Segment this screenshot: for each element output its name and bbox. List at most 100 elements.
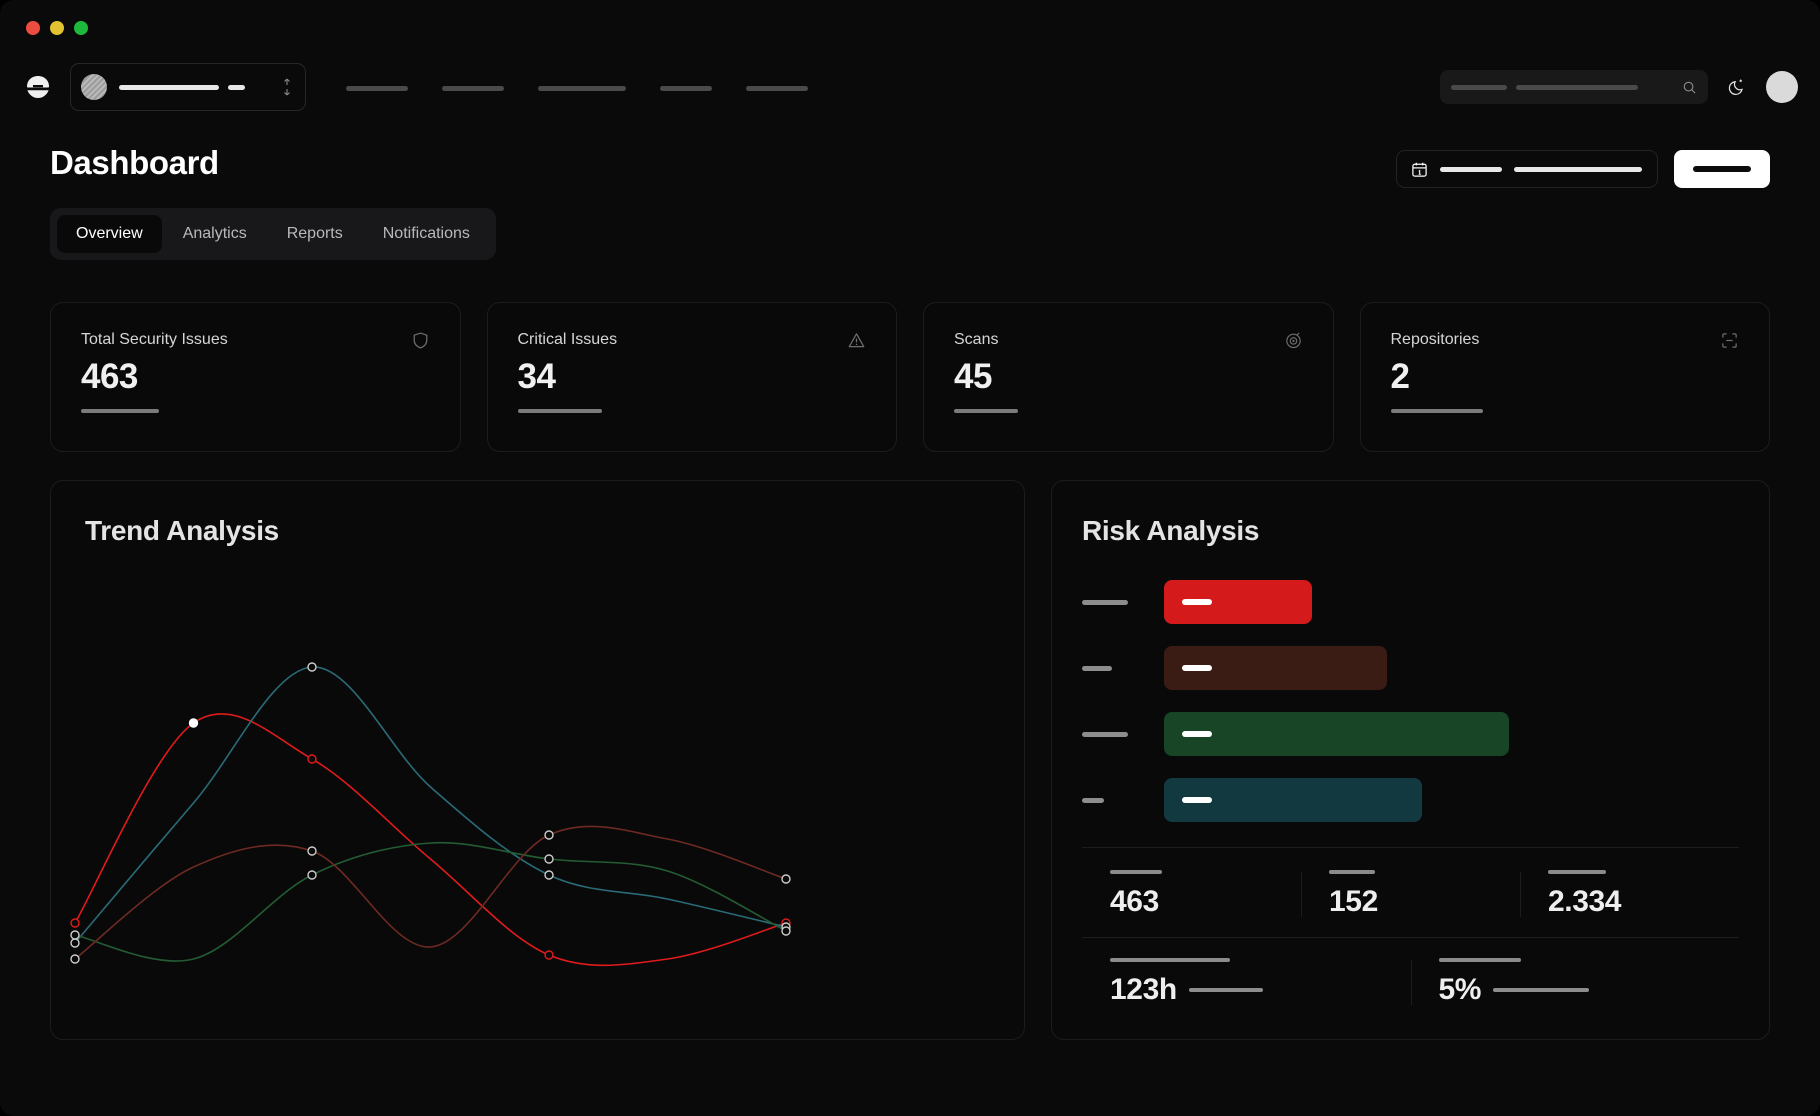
nav-item-2[interactable] [438, 72, 508, 102]
search-input[interactable] [1440, 70, 1708, 104]
alert-triangle-icon [847, 331, 866, 350]
trend-panel-title: Trend Analysis [85, 515, 279, 546]
summary-label-redacted [1110, 958, 1230, 962]
summary-label-redacted [1110, 870, 1162, 874]
page-content: Dashboard Overview Analytics Reports Not… [0, 118, 1820, 1040]
summary-label-redacted [1548, 870, 1606, 874]
organization-selector[interactable] [70, 63, 306, 111]
trend-line-chart[interactable] [51, 565, 1026, 1035]
nav-item-1[interactable] [342, 72, 412, 102]
stat-card-critical-issues[interactable]: Critical Issues 34 [486, 302, 897, 452]
risk-bar-medium[interactable] [1082, 701, 1739, 767]
summary-value: 123h [1110, 973, 1177, 1006]
summary-value: 152 [1329, 885, 1378, 918]
stat-card-repositories[interactable]: Repositories 2 [1359, 302, 1770, 452]
primary-action-button[interactable] [1674, 150, 1770, 188]
chart-point-repositories-trend-6[interactable] [781, 874, 791, 884]
stat-card-total-security-issues[interactable]: Total Security Issues 463 [50, 302, 461, 452]
risk-analysis-panel: Risk Analysis 463 152 2.334 123h 5% [1051, 480, 1770, 1040]
stat-underline [517, 409, 602, 413]
summary-value: 463 [1110, 885, 1159, 918]
maximize-window-button[interactable] [74, 21, 88, 35]
summary-value: 2.334 [1548, 885, 1622, 918]
summary-score: 2.334 [1520, 870, 1739, 919]
chart-line-scans-trend [74, 666, 787, 944]
nav-item-4[interactable] [656, 72, 716, 102]
shield-icon [411, 331, 430, 350]
date-range-picker[interactable] [1396, 150, 1658, 188]
dashboard-tabs: Overview Analytics Reports Notifications [50, 208, 496, 260]
risk-summary-row-2: 123h 5% [1082, 937, 1739, 1007]
risk-bar-chart [1082, 569, 1739, 833]
chart-point-repositories-trend-0[interactable] [70, 954, 80, 964]
chart-point-critical-trend-0[interactable] [70, 918, 80, 928]
panel-row: Trend Analysis Risk Analysis 463 152 2.3… [50, 480, 1770, 1040]
stat-card-row: Total Security Issues 463 Critical Issue… [50, 302, 1770, 452]
stat-label: Scans [954, 331, 999, 348]
stat-underline [1390, 409, 1483, 413]
chart-point-critical-trend-1[interactable] [188, 718, 199, 728]
chart-point-scans-trend-2[interactable] [307, 662, 317, 672]
org-name-redacted [119, 84, 269, 90]
stat-card-scans[interactable]: Scans 45 [923, 302, 1334, 452]
page-header: Dashboard [50, 144, 1770, 188]
summary-label-redacted [1329, 870, 1375, 874]
summary-time: 123h [1082, 958, 1411, 1007]
topbar-right-group [1440, 70, 1798, 104]
stat-underline [954, 409, 1018, 413]
risk-summary-row-1: 463 152 2.334 [1082, 848, 1739, 919]
risk-bar-critical[interactable] [1082, 569, 1739, 635]
chart-point-repositories-trend-2[interactable] [307, 846, 317, 856]
chart-point-repositories-trend-4[interactable] [544, 830, 554, 840]
tab-overview[interactable]: Overview [57, 215, 162, 253]
summary-value: 5% [1438, 973, 1482, 1006]
header-actions [1396, 144, 1770, 188]
summary-total: 463 [1082, 870, 1301, 919]
tab-notifications[interactable]: Notifications [364, 215, 489, 253]
page-title: Dashboard [50, 144, 219, 181]
traffic-light-controls [26, 21, 88, 35]
stat-label: Critical Issues [517, 331, 618, 348]
summary-label-redacted [1438, 958, 1521, 962]
chart-point-resolved-trend-2[interactable] [307, 870, 317, 880]
chart-point-critical-trend-4[interactable] [544, 950, 554, 960]
chart-line-critical-trend [74, 713, 787, 967]
risk-bar-low[interactable] [1082, 767, 1739, 833]
moon-icon[interactable] [1722, 72, 1752, 102]
org-avatar [81, 74, 107, 100]
chart-point-resolved-trend-4[interactable] [544, 854, 554, 864]
brand-logo-icon[interactable] [20, 69, 56, 105]
stat-label: Repositories [1390, 331, 1480, 348]
stat-value: 45 [954, 357, 992, 396]
calendar-icon [1411, 161, 1428, 178]
window-titlebar [0, 0, 1820, 56]
summary-resolved: 152 [1301, 870, 1520, 919]
summary-rate: 5% [1410, 958, 1740, 1007]
risk-bar-high[interactable] [1082, 635, 1739, 701]
tab-analytics[interactable]: Analytics [164, 215, 266, 253]
top-navigation [342, 72, 812, 102]
chart-point-resolved-trend-6[interactable] [781, 926, 791, 936]
stat-value: 2 [1390, 357, 1410, 396]
tab-reports[interactable]: Reports [268, 215, 362, 253]
user-avatar[interactable] [1766, 71, 1798, 103]
nav-item-3[interactable] [534, 72, 630, 102]
stat-underline [81, 409, 159, 413]
target-icon [1284, 331, 1303, 350]
up-down-chevron-icon[interactable] [281, 76, 293, 98]
chart-line-repositories-trend [74, 825, 787, 960]
nav-item-5[interactable] [742, 72, 812, 102]
risk-panel-title: Risk Analysis [1082, 515, 1260, 546]
minimize-window-button[interactable] [50, 21, 64, 35]
chart-point-scans-trend-4[interactable] [544, 870, 554, 880]
chart-point-resolved-trend-0[interactable] [70, 930, 80, 940]
scan-icon [1720, 331, 1739, 350]
close-window-button[interactable] [26, 21, 40, 35]
app-topbar [0, 56, 1820, 118]
chart-point-scans-trend-0[interactable] [70, 938, 80, 948]
stat-value: 463 [81, 357, 138, 396]
app-window: Dashboard Overview Analytics Reports Not… [0, 0, 1820, 1116]
stat-label: Total Security Issues [81, 331, 228, 348]
stat-value: 34 [517, 357, 556, 396]
chart-point-critical-trend-2[interactable] [307, 754, 317, 764]
